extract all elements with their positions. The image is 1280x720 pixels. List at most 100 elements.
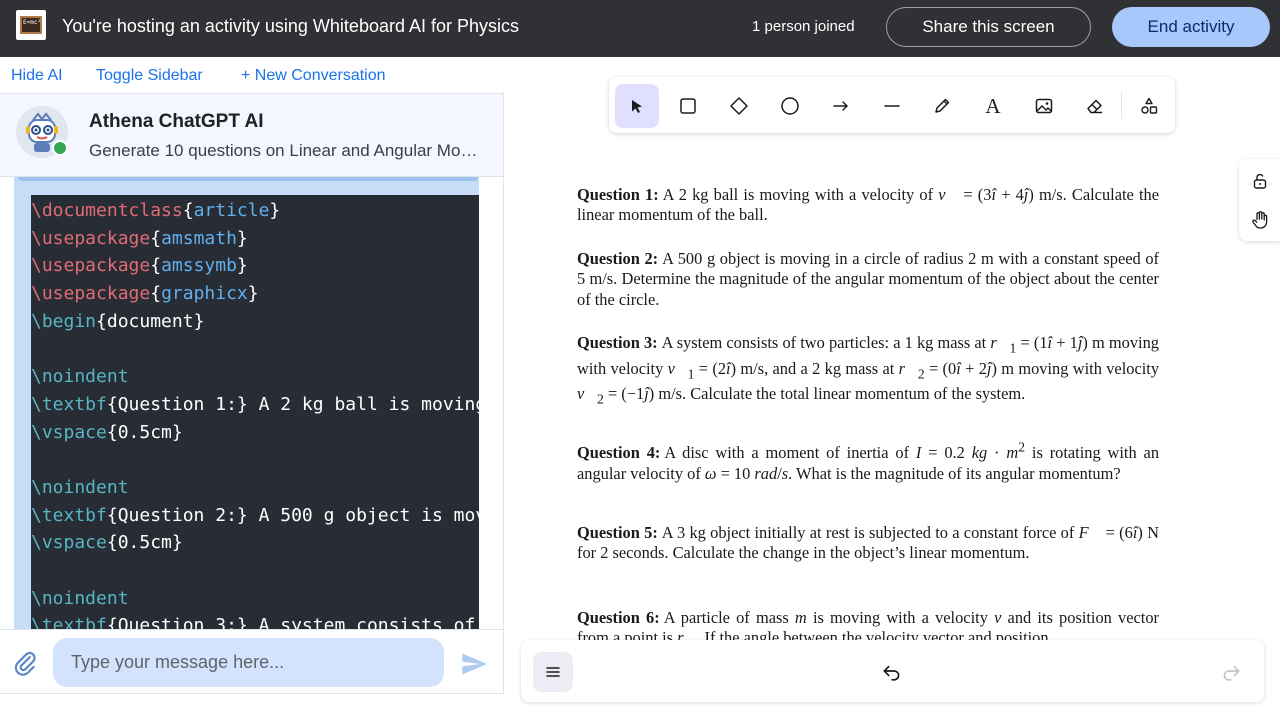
code-line: \usepackage{graphicx} xyxy=(31,280,479,308)
chat-links-bar: Hide AI Toggle Sidebar + New Conversatio… xyxy=(0,57,504,93)
code-token: } xyxy=(236,227,248,249)
hand-pan-button[interactable] xyxy=(1247,207,1273,233)
hamburger-menu-icon xyxy=(546,667,560,677)
question-label: Question 4: xyxy=(577,443,661,463)
line-tool[interactable] xyxy=(870,84,914,128)
code-token: \vspace xyxy=(31,421,107,443)
code-token: \noindent xyxy=(31,366,129,388)
code-token: \usepackage xyxy=(31,227,151,249)
code-token: {Question 2:} xyxy=(106,504,248,526)
selection-tool[interactable] xyxy=(615,84,659,128)
code-token: article xyxy=(193,200,270,221)
conversation-title: Generate 10 questions on Linear and Angu… xyxy=(89,141,489,160)
bot-name: Athena ChatGPT AI xyxy=(89,111,264,132)
code-line: \documentclass{article} xyxy=(31,197,479,225)
chat-messages[interactable]: \documentclass{article} \usepackage{amsma… xyxy=(0,177,504,629)
code-token: A system consists of two particles xyxy=(258,615,476,629)
ellipse-tool[interactable] xyxy=(768,84,812,128)
canvas-bottom-bar xyxy=(521,640,1264,702)
code-line: \vspace{0.5cm} xyxy=(31,529,479,557)
code-token: { xyxy=(150,227,162,249)
message-composer xyxy=(0,629,504,694)
rectangle-icon xyxy=(680,98,696,114)
text-tool[interactable]: A xyxy=(971,84,1015,128)
code-token: {document} xyxy=(96,310,205,332)
image-icon xyxy=(1035,98,1053,114)
unlock-icon xyxy=(1253,173,1267,189)
chat-header: Athena ChatGPT AI Generate 10 questions … xyxy=(0,93,504,177)
question-text: A system consists of two particles: a 1 … xyxy=(577,333,1159,407)
shapes-library-tool[interactable] xyxy=(1127,84,1171,128)
code-line: \noindent xyxy=(31,363,479,391)
code-token: amsmath xyxy=(161,227,237,249)
new-conversation-link[interactable]: + New Conversation xyxy=(241,67,386,85)
toolbar-separator xyxy=(1121,91,1122,119)
hide-ai-link[interactable]: Hide AI xyxy=(11,67,63,85)
code-token: {Question 3:} xyxy=(106,615,248,629)
question-text: A disc with a moment of inertia of I = 0… xyxy=(577,440,1159,483)
message-input[interactable] xyxy=(53,638,444,687)
lock-button[interactable] xyxy=(1247,168,1273,194)
arrow-tool[interactable] xyxy=(819,84,863,128)
draw-tool[interactable] xyxy=(920,84,964,128)
diamond-icon xyxy=(730,97,748,115)
cursor-icon xyxy=(632,100,642,113)
main-menu-button[interactable] xyxy=(533,652,573,692)
shapes-icon xyxy=(1141,97,1158,114)
toggle-sidebar-link[interactable]: Toggle Sidebar xyxy=(96,67,203,85)
code-line: \textbf{Question 1:} A 2 kg ball is movi… xyxy=(31,391,479,419)
code-token: { xyxy=(150,255,162,277)
eraser-icon xyxy=(1087,99,1102,114)
question-text: A particle of mass m is moving with a ve… xyxy=(577,608,1159,641)
code-line: \usepackage{amsmath} xyxy=(31,225,479,253)
send-icon[interactable] xyxy=(460,650,488,678)
code-token: graphicx xyxy=(161,283,248,305)
end-activity-button[interactable]: End activity xyxy=(1112,7,1270,47)
redo-icon[interactable] xyxy=(1220,660,1242,682)
question-text: A 500 g object is moving in a circle of … xyxy=(577,249,1159,309)
image-tool[interactable] xyxy=(1022,84,1066,128)
code-token: {0.5cm} xyxy=(106,421,183,443)
canvas-side-tools xyxy=(1239,159,1280,241)
code-token: \textbf xyxy=(31,393,107,415)
code-line: \usepackage{amssymb} xyxy=(31,252,479,280)
rectangle-tool[interactable] xyxy=(666,84,710,128)
code-line: \begin{document} xyxy=(31,308,479,336)
code-token: {0.5cm} xyxy=(106,532,183,554)
questions-document: Question 1: A 2 kg ball is moving with a … xyxy=(577,185,1159,641)
code-token: } xyxy=(247,283,259,305)
eraser-tool[interactable] xyxy=(1073,84,1117,128)
activity-title: You're hosting an activity using Whitebo… xyxy=(62,16,520,36)
code-line: \noindent xyxy=(31,585,479,613)
paperclip-icon[interactable] xyxy=(12,650,38,676)
code-token: \begin xyxy=(31,310,97,332)
message-divider xyxy=(18,177,478,181)
participants-count: 1 person joined xyxy=(752,18,855,35)
arrow-icon xyxy=(833,101,849,111)
code-token: amssymb xyxy=(161,255,237,277)
code-token: { xyxy=(182,200,194,221)
drawing-toolbar: A xyxy=(609,77,1175,133)
whiteboard-canvas[interactable]: A Question 1: A 2 kg ball is moving with … xyxy=(505,57,1280,720)
code-token: \textbf xyxy=(31,504,107,526)
line-icon xyxy=(884,105,900,107)
question-text: A 2 kg ball is moving with a velocity of… xyxy=(577,185,1159,225)
code-token: \noindent xyxy=(31,587,129,609)
diamond-tool[interactable] xyxy=(717,84,761,128)
question-item: Question 6: A particle of mass m is movin… xyxy=(577,608,1159,641)
question-item: Question 4: A disc with a moment of inert… xyxy=(577,438,1159,484)
undo-icon[interactable] xyxy=(881,660,903,682)
code-token: \vspace xyxy=(31,532,107,554)
question-label: Question 3: xyxy=(577,333,658,352)
code-token: } xyxy=(269,200,281,221)
share-screen-button[interactable]: Share this screen xyxy=(886,7,1091,47)
code-token: A 2 kg ball is moving with a velocity xyxy=(258,393,479,415)
code-token: \textbf xyxy=(31,615,107,629)
question-item: Question 2: A 500 g object is moving in a… xyxy=(577,249,1159,310)
code-line: \textbf{Question 3:} A system consists o… xyxy=(31,612,479,629)
hand-icon xyxy=(1252,211,1268,229)
activity-banner: E=mc² You're hosting an activity using W… xyxy=(0,0,1280,57)
